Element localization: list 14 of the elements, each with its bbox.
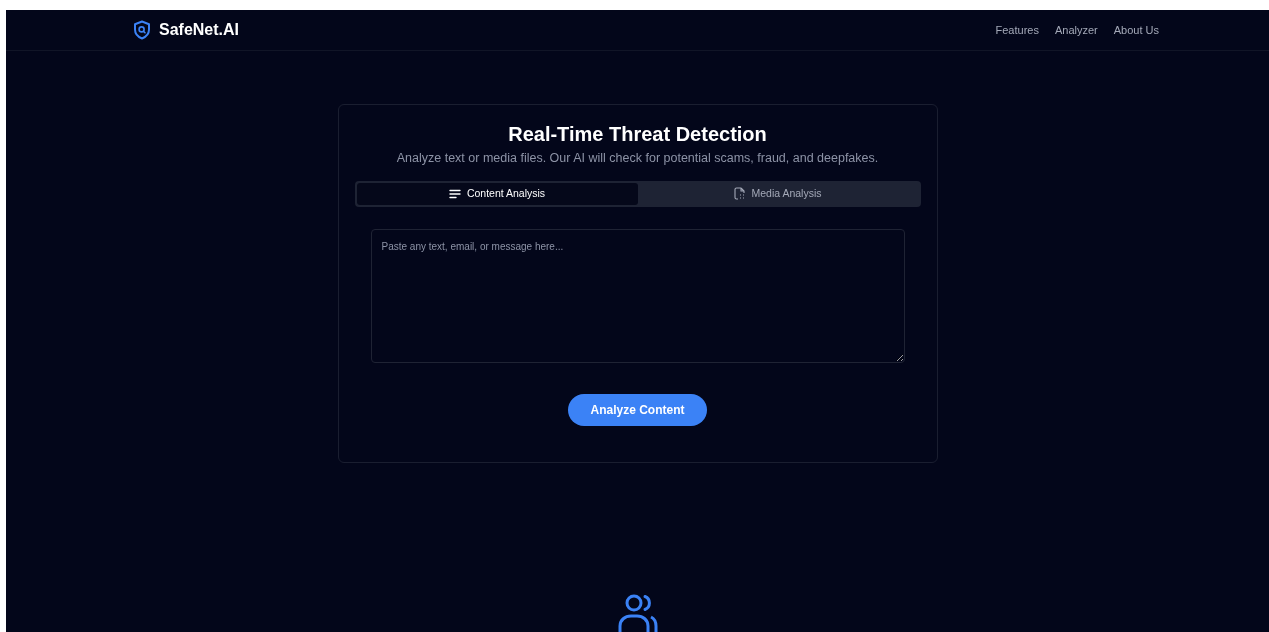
nav-link[interactable]: About Us — [1113, 21, 1159, 39]
nav-link[interactable]: Features — [995, 21, 1039, 39]
analysis-tab[interactable]: Media Analysis — [637, 182, 919, 205]
file-icon — [734, 187, 746, 201]
users-icon — [616, 592, 659, 632]
shield-logo-icon — [133, 20, 151, 40]
analyze-button[interactable]: Analyze Content — [568, 393, 707, 426]
card-title: Real-Time Threat Detection — [507, 122, 768, 146]
brand-name[interactable]: SafeNet.AI — [159, 18, 240, 42]
lines-icon — [448, 188, 461, 199]
message-input-field[interactable]: Paste any text, email, or message here... — [370, 228, 905, 363]
analysis-tab[interactable]: Content Analysis — [356, 182, 638, 205]
card-subtitle: Analyze text or media files. Our AI will check for potential scams, fraud, and deepfakes. — [395, 150, 880, 167]
nav-link[interactable]: Analyzer — [1054, 21, 1098, 39]
